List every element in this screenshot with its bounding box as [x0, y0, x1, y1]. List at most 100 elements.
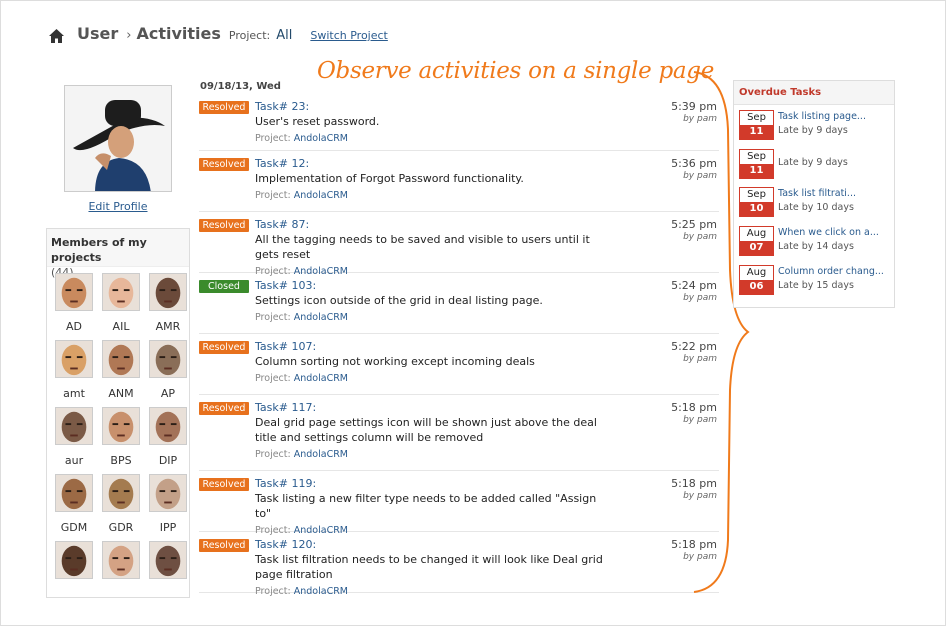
project-link[interactable]: AndolaCRM	[294, 586, 348, 597]
breadcrumb-activities: Activities	[136, 24, 221, 43]
due-month: Sep	[740, 188, 773, 202]
status-badge: Resolved	[199, 402, 249, 415]
member-avatar[interactable]	[102, 340, 140, 378]
member-avatar[interactable]	[149, 273, 187, 311]
calendar-icon: Sep 11	[739, 149, 774, 179]
status-badge: Resolved	[199, 539, 249, 552]
activity-body: Task# 120: Task list filtration needs to …	[255, 532, 615, 598]
member-item[interactable]	[98, 541, 144, 597]
task-link[interactable]: Task# 119:	[255, 476, 615, 491]
member-item[interactable]: IPP	[145, 474, 189, 534]
overdue-item[interactable]: Sep 10 Task list filtrati... Late by 10 day…	[739, 187, 889, 220]
members-title: Members of my projects	[51, 236, 147, 264]
late-by-text: Late by 9 days	[778, 125, 848, 136]
profile-avatar	[64, 85, 172, 192]
due-month: Aug	[740, 266, 773, 280]
activity-item: Resolved Task# 23: User's reset password. P…	[199, 94, 719, 151]
project-link[interactable]: AndolaCRM	[294, 133, 348, 144]
member-item[interactable]: DIP	[145, 407, 189, 467]
due-day: 10	[740, 202, 773, 216]
activity-body: Task# 117: Deal grid page settings icon w…	[255, 395, 615, 461]
edit-profile-link[interactable]: Edit Profile	[64, 200, 172, 213]
task-link[interactable]: Task# 117:	[255, 400, 615, 415]
member-avatar[interactable]	[149, 407, 187, 445]
switch-project-link[interactable]: Switch Project	[310, 29, 388, 42]
member-item[interactable]: GDR	[98, 474, 144, 534]
overdue-task-link[interactable]: Task list filtrati...	[778, 188, 856, 199]
project-link[interactable]: AndolaCRM	[294, 373, 348, 384]
member-avatar[interactable]	[55, 273, 93, 311]
calendar-icon: Aug 07	[739, 226, 774, 256]
overdue-item[interactable]: Sep 11 Task listing page... Late by 9 days	[739, 110, 889, 143]
member-item[interactable]	[51, 541, 97, 597]
activity-item: Closed Task# 103: Settings icon outside of…	[199, 273, 719, 334]
task-link[interactable]: Task# 87:	[255, 217, 615, 232]
member-avatar[interactable]	[102, 474, 140, 512]
overdue-task-link[interactable]: When we click on a...	[778, 227, 879, 238]
member-name: IPP	[159, 521, 177, 534]
project-prefix: Project:	[255, 449, 291, 460]
status-badge: Resolved	[199, 158, 249, 171]
breadcrumb-user[interactable]: User	[77, 24, 118, 43]
member-name: AMR	[155, 320, 181, 333]
project-link[interactable]: AndolaCRM	[294, 449, 348, 460]
overdue-item[interactable]: Sep 11 Late by 9 days	[739, 149, 889, 182]
member-item[interactable]: ANM	[98, 340, 144, 400]
home-icon[interactable]	[48, 28, 65, 44]
task-description: Settings icon outside of the grid in dea…	[255, 294, 543, 307]
overdue-task-link[interactable]: Task listing page...	[778, 111, 866, 122]
member-avatar[interactable]	[55, 541, 93, 579]
promo-banner-text: Observe activities on a single page	[317, 58, 715, 84]
member-name: GDM	[60, 521, 88, 534]
overdue-task-link[interactable]: Column order chang...	[778, 266, 884, 277]
member-avatar[interactable]	[102, 541, 140, 579]
member-avatar[interactable]	[149, 340, 187, 378]
member-name	[145, 588, 189, 597]
member-item[interactable]: AP	[145, 340, 189, 400]
member-avatar[interactable]	[102, 273, 140, 311]
due-month: Sep	[740, 111, 773, 125]
due-day: 11	[740, 125, 773, 139]
due-month: Aug	[740, 227, 773, 241]
activity-body: Task# 103: Settings icon outside of the g…	[255, 273, 615, 324]
member-item[interactable]	[145, 541, 189, 597]
task-link[interactable]: Task# 23:	[255, 99, 615, 114]
member-avatar[interactable]	[55, 474, 93, 512]
task-description: Deal grid page settings icon will be sho…	[255, 416, 597, 444]
overdue-item[interactable]: Aug 06 Column order chang... Late by 15 day…	[739, 265, 889, 298]
breadcrumb-separator: ›	[126, 28, 132, 43]
late-by-text: Late by 10 days	[778, 202, 854, 213]
project-prefix: Project:	[255, 373, 291, 384]
member-avatar[interactable]	[149, 474, 187, 512]
due-day: 11	[740, 164, 773, 178]
task-link[interactable]: Task# 107:	[255, 339, 615, 354]
member-name: AD	[66, 320, 82, 333]
status-badge: Resolved	[199, 341, 249, 354]
project-link[interactable]: AndolaCRM	[294, 312, 348, 323]
project-prefix: Project:	[255, 312, 291, 323]
overdue-item[interactable]: Aug 07 When we click on a... Late by 14 day…	[739, 226, 889, 259]
member-item[interactable]: aur	[51, 407, 97, 467]
project-prefix: Project:	[255, 133, 291, 144]
member-name: ANM	[108, 387, 134, 400]
task-link[interactable]: Task# 12:	[255, 156, 615, 171]
status-badge: Resolved	[199, 478, 249, 491]
task-link[interactable]: Task# 103:	[255, 278, 615, 293]
member-item[interactable]: amt	[51, 340, 97, 400]
due-day: 07	[740, 241, 773, 255]
member-avatar[interactable]	[149, 541, 187, 579]
member-item[interactable]: GDM	[51, 474, 97, 534]
project-link[interactable]: AndolaCRM	[294, 190, 348, 201]
status-badge: Resolved	[199, 219, 249, 232]
member-avatar[interactable]	[55, 407, 93, 445]
activity-date: 09/18/13, Wed	[200, 81, 281, 92]
member-name: BPS	[110, 454, 132, 467]
member-item[interactable]: AD	[51, 273, 97, 333]
member-avatar[interactable]	[102, 407, 140, 445]
member-item[interactable]: AIL	[98, 273, 144, 333]
task-link[interactable]: Task# 120:	[255, 537, 615, 552]
member-item[interactable]: BPS	[98, 407, 144, 467]
activity-body: Task# 87: All the tagging needs to be sav…	[255, 212, 615, 278]
member-avatar[interactable]	[55, 340, 93, 378]
member-item[interactable]: AMR	[145, 273, 189, 333]
